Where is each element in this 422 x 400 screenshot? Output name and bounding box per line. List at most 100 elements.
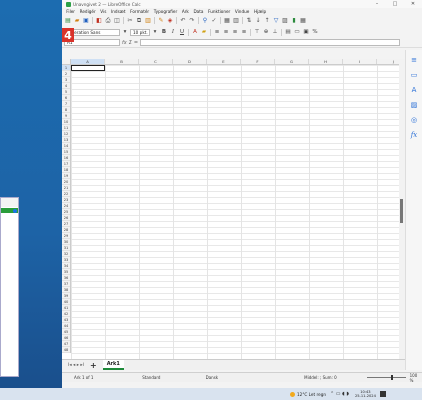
menu-view[interactable]: Vis <box>98 9 109 14</box>
find-replace-icon[interactable]: ⚲ <box>201 17 209 25</box>
percent-format-icon[interactable]: % <box>311 28 319 36</box>
image-icon[interactable]: ▨ <box>281 17 289 25</box>
background-window[interactable] <box>0 197 19 377</box>
weather-text: 12°C Let regn <box>297 391 327 397</box>
navigator-icon[interactable]: ◎ <box>410 116 419 125</box>
bold-button[interactable]: B <box>160 28 168 36</box>
menu-insert[interactable]: Indsæt <box>109 9 128 14</box>
sort-icon[interactable]: ⇅ <box>245 17 253 25</box>
taskbar-clock[interactable]: 10:43 25-11-2024 <box>355 390 376 398</box>
scrollbar-thumb[interactable] <box>400 199 403 223</box>
background-window-header <box>1 198 18 207</box>
currency-format-icon[interactable]: ▣ <box>302 28 310 36</box>
row-header[interactable]: 48 <box>62 347 70 353</box>
sort-ascending-icon[interactable]: ↓ <box>254 17 262 25</box>
zoom-slider[interactable] <box>366 375 406 380</box>
menu-styles[interactable]: Typografier <box>151 9 179 14</box>
paste-icon[interactable]: ▥ <box>144 17 152 25</box>
export-pdf-icon[interactable]: ◧ <box>95 17 103 25</box>
redo-icon[interactable]: ↷ <box>188 17 196 25</box>
new-document-icon[interactable]: ▤ <box>64 17 72 25</box>
step-number-badge: 4 <box>62 28 74 42</box>
align-top-icon[interactable]: ⊤ <box>253 28 261 36</box>
status-page-style[interactable]: Standard <box>142 375 205 380</box>
sheet-navigation-arrows[interactable]: I◂ ◂ ▸ ▸I <box>68 363 84 368</box>
function-wizard-icon[interactable]: fx <box>122 40 127 46</box>
row-icon[interactable]: ▦ <box>223 17 231 25</box>
align-middle-icon[interactable]: ⊕ <box>262 28 270 36</box>
menu-edit[interactable]: Redigér <box>77 9 98 14</box>
status-language[interactable]: Dansk <box>206 375 265 380</box>
system-tray-icons[interactable]: ⌃ ▭ ◖ ◗ <box>330 391 349 397</box>
spelling-icon[interactable]: ✓ <box>210 17 218 25</box>
align-bottom-icon[interactable]: ⊥ <box>271 28 279 36</box>
align-justify-icon[interactable]: ≡ <box>240 28 248 36</box>
font-color-icon[interactable]: A <box>191 28 199 36</box>
menu-help[interactable]: Hjælp <box>252 9 269 14</box>
column-header[interactable]: F <box>241 59 275 64</box>
menu-window[interactable]: Vindue <box>233 9 252 14</box>
column-header[interactable]: H <box>309 59 343 64</box>
italic-button[interactable]: I <box>169 28 177 36</box>
font-dropdown-chevron-icon[interactable]: ▾ <box>121 28 129 36</box>
menu-file[interactable]: Filer <box>64 9 77 14</box>
chart-icon[interactable]: ▮ <box>290 17 298 25</box>
maximize-button[interactable]: □ <box>386 1 404 7</box>
notification-icon[interactable] <box>379 391 386 397</box>
sidebar-menu-icon[interactable]: ≡ <box>410 56 419 65</box>
highlight-color-icon[interactable]: ▰ <box>200 28 208 36</box>
menu-data[interactable]: Data <box>191 9 206 14</box>
align-center-icon[interactable]: ≡ <box>222 28 230 36</box>
merge-center-icon[interactable]: ▭ <box>293 28 301 36</box>
styles-icon[interactable]: A <box>410 86 419 95</box>
minimize-button[interactable]: – <box>368 1 386 7</box>
size-dropdown-chevron-icon[interactable]: ▾ <box>151 28 159 36</box>
font-size-box[interactable]: 10 pkt. <box>130 28 150 36</box>
spreadsheet-grid[interactable]: ABCDEFGHIJ 1 2 3 4 5 6 7 8 9 10 11 12 13 14 15 16 17 18 19… <box>62 59 399 359</box>
print-icon[interactable]: ⎙ <box>104 17 112 25</box>
menu-tools[interactable]: Funktioner <box>206 9 233 14</box>
formula-icon[interactable]: = <box>134 40 138 46</box>
save-icon[interactable]: ▣ <box>82 17 90 25</box>
status-sum[interactable]: Middel: ; Sum: 0 <box>304 375 363 380</box>
active-cell-cursor[interactable] <box>71 65 105 71</box>
column-header[interactable]: B <box>105 59 139 64</box>
menu-sheet[interactable]: Ark <box>180 9 192 14</box>
undo-icon[interactable]: ↶ <box>179 17 187 25</box>
gallery-icon[interactable]: ▨ <box>410 101 419 110</box>
print-preview-icon[interactable]: ◫ <box>113 17 121 25</box>
column-header[interactable]: D <box>173 59 207 64</box>
column-header[interactable]: A <box>71 59 105 64</box>
autofilter-icon[interactable]: ▽ <box>272 17 280 25</box>
column-header[interactable]: G <box>275 59 309 64</box>
align-right-icon[interactable]: ≡ <box>231 28 239 36</box>
clone-formatting-icon[interactable]: ✎ <box>157 17 165 25</box>
align-left-icon[interactable]: ≡ <box>213 28 221 36</box>
column-header[interactable]: I <box>343 59 377 64</box>
properties-icon[interactable]: ▭ <box>410 71 419 80</box>
sum-icon[interactable]: Σ <box>129 40 132 46</box>
close-button[interactable]: ✕ <box>404 1 422 7</box>
wrap-text-icon[interactable]: ▤ <box>284 28 292 36</box>
menu-format[interactable]: Formatér <box>128 9 152 14</box>
cut-icon[interactable]: ✂ <box>126 17 134 25</box>
functions-icon[interactable]: fx <box>410 131 419 140</box>
open-folder-icon[interactable]: ▰ <box>73 17 81 25</box>
underline-button[interactable]: U <box>178 28 186 36</box>
add-sheet-button[interactable]: + <box>90 361 97 370</box>
formula-input[interactable] <box>140 39 400 46</box>
pivot-table-icon[interactable]: ▦ <box>299 17 307 25</box>
calc-window: Unavngivet 2 — LibreOffice Calc – □ ✕ Fi… <box>62 0 422 388</box>
sheet-tab-ark1[interactable]: Ark1 <box>102 360 124 370</box>
column-icon[interactable]: ▥ <box>232 17 240 25</box>
weather-widget[interactable]: 12°C Let regn <box>290 391 327 397</box>
sort-descending-icon[interactable]: ↑ <box>263 17 271 25</box>
column-header[interactable]: C <box>139 59 173 64</box>
column-header[interactable]: J <box>377 59 399 64</box>
zoom-level[interactable]: 100 % <box>410 373 422 383</box>
copy-icon[interactable]: ⧉ <box>135 17 143 25</box>
clear-formatting-icon[interactable]: ◈ <box>166 17 174 25</box>
menu-bar: Filer Redigér Vis Indsæt Formatér Typogr… <box>62 8 422 15</box>
column-header[interactable]: E <box>207 59 241 64</box>
cell-area[interactable] <box>71 65 399 359</box>
